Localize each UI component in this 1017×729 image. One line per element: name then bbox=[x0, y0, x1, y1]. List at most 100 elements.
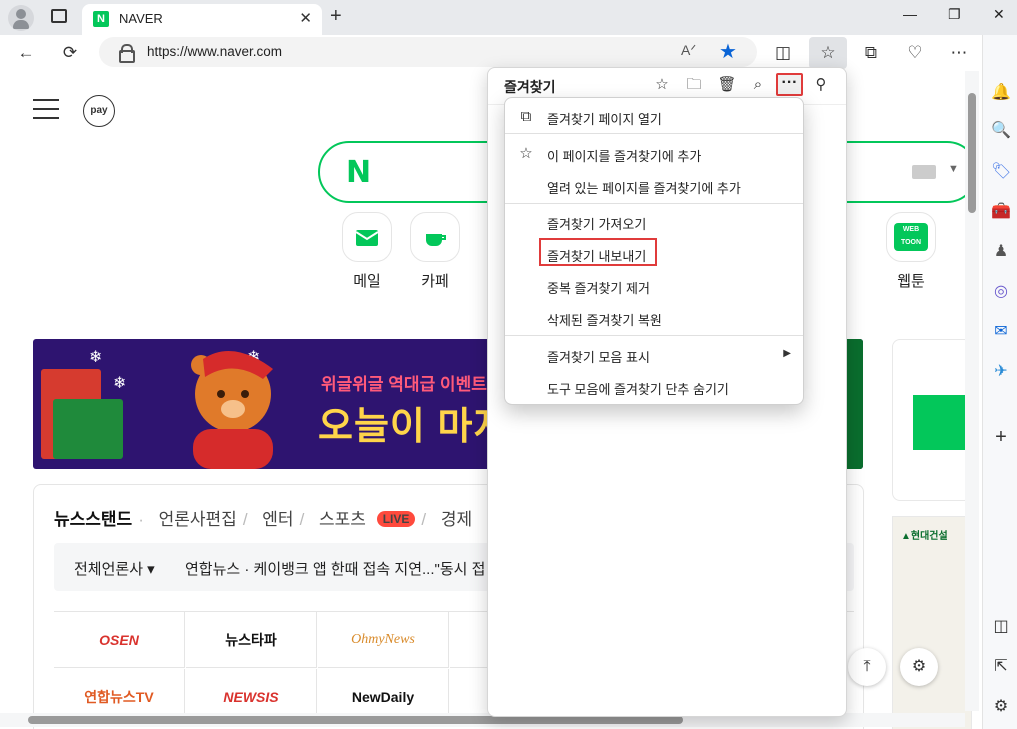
search-favorites-icon[interactable]: ⌕ bbox=[747, 74, 769, 96]
service-mail[interactable]: 메일 bbox=[342, 212, 392, 291]
menu-item-import-favorites[interactable]: 즐겨찾기 가져오기 bbox=[505, 208, 803, 236]
press-logo[interactable]: OhmyNews bbox=[318, 612, 449, 668]
menu-hamburger-icon[interactable] bbox=[33, 99, 59, 119]
live-badge: LIVE bbox=[376, 511, 416, 527]
service-webtoon[interactable]: WEB TOON 웹툰 bbox=[886, 212, 936, 291]
more-options-button[interactable]: ··· bbox=[776, 73, 803, 96]
export-highlight-box bbox=[539, 238, 657, 266]
webtoon-icon: WEB TOON bbox=[886, 212, 936, 262]
service-cafe[interactable]: 카페 bbox=[410, 212, 460, 291]
add-favorite-icon[interactable]: ☆ bbox=[651, 74, 673, 96]
menu-item-label: 도구 모음에 즐겨찾기 단추 숨기기 bbox=[547, 382, 729, 397]
pay-button[interactable]: pay bbox=[83, 95, 115, 127]
naver-logo: N bbox=[346, 155, 372, 190]
chevron-down-icon[interactable]: ▼ bbox=[948, 163, 959, 175]
open-external-icon[interactable]: ⇱ bbox=[991, 657, 1011, 677]
cafe-icon bbox=[410, 212, 460, 262]
banner-line2: 오늘이 마지 bbox=[318, 406, 510, 448]
naver-favicon-icon: N bbox=[93, 11, 109, 27]
delete-favorites-icon[interactable]: 🗑 bbox=[716, 74, 738, 96]
back-icon[interactable]: ← bbox=[14, 41, 38, 65]
scroll-thumb[interactable] bbox=[28, 716, 683, 724]
refresh-icon[interactable]: ⟳ bbox=[58, 41, 82, 65]
menu-item-remove-duplicates[interactable]: 중복 즐겨찾기 제거 bbox=[505, 272, 803, 300]
snowflake-icon: ❄ bbox=[113, 375, 127, 392]
window-close-icon[interactable]: ✕ bbox=[993, 6, 1005, 23]
tab-actions-icon[interactable] bbox=[51, 9, 67, 23]
divider bbox=[505, 335, 803, 336]
tab-title: NAVER bbox=[119, 11, 163, 26]
new-tab-icon[interactable]: + bbox=[330, 5, 342, 28]
menu-item-add-this-page[interactable]: ☆ 이 페이지를 즐겨찾기에 추가 bbox=[505, 140, 803, 168]
minimize-icon[interactable]: — bbox=[903, 6, 917, 22]
right-ad-card[interactable]: ▲현대건설 bbox=[892, 516, 972, 729]
news-tabs: 뉴스스탠드 · 언론사편집 / 엔터 / 스포츠 LIVE / 경제 bbox=[54, 510, 473, 529]
menu-item-show-favorites-bar[interactable]: 즐겨찾기 모음 표시 ▶ bbox=[505, 341, 803, 369]
outlook-icon[interactable]: ✉ bbox=[991, 322, 1011, 342]
address-bar[interactable]: https://www.naver.com Aᐟ ★ bbox=[99, 37, 757, 67]
profile-icon[interactable] bbox=[8, 5, 34, 31]
split-screen-icon[interactable]: ◫ bbox=[771, 41, 795, 65]
read-aloud-icon[interactable]: Aᐟ bbox=[681, 42, 696, 59]
add-icon[interactable]: + bbox=[991, 427, 1011, 447]
search-icon[interactable]: 🔍 bbox=[991, 121, 1011, 141]
promo-block bbox=[913, 395, 969, 450]
tab-entertainment[interactable]: 엔터 bbox=[262, 510, 293, 529]
games-icon[interactable]: ♟ bbox=[991, 242, 1011, 262]
right-promo-card[interactable] bbox=[892, 339, 972, 501]
pin-icon[interactable]: ⚲ bbox=[810, 74, 832, 96]
tab-sports[interactable]: 스포츠 bbox=[319, 510, 366, 529]
press-filter-dropdown[interactable]: 전체언론사 ▾ bbox=[74, 558, 155, 579]
microsoft365-icon[interactable]: ◎ bbox=[991, 282, 1011, 302]
sidebar-layout-icon[interactable]: ◫ bbox=[991, 617, 1011, 637]
favorite-star-icon[interactable]: ★ bbox=[719, 39, 737, 64]
settings-gear-icon[interactable]: ⚙ bbox=[991, 697, 1011, 717]
mail-icon bbox=[342, 212, 392, 262]
favorites-icon[interactable]: ☆ bbox=[816, 41, 840, 65]
headline-text[interactable]: 연합뉴스 · 케이뱅크 앱 한때 접속 지연..."동시 접 bbox=[185, 558, 485, 579]
press-logo[interactable]: OSEN bbox=[54, 612, 185, 668]
menu-item-label: 중복 즐겨찾기 제거 bbox=[547, 281, 650, 296]
gift-icon bbox=[53, 399, 123, 459]
service-label: 메일 bbox=[353, 273, 381, 290]
maximize-icon[interactable]: ❐ bbox=[948, 6, 961, 23]
press-logo[interactable]: 뉴스타파 bbox=[186, 612, 317, 668]
star-add-icon: ☆ bbox=[519, 145, 533, 162]
menu-item-label: 이 페이지를 즐겨찾기에 추가 bbox=[547, 149, 702, 164]
webtoon-badge: WEB TOON bbox=[894, 223, 928, 251]
scroll-thumb[interactable] bbox=[968, 93, 976, 213]
chevron-right-icon: ▶ bbox=[783, 348, 791, 359]
service-label: 카페 bbox=[421, 273, 449, 290]
divider bbox=[505, 133, 803, 134]
bear-illustration bbox=[191, 351, 273, 469]
menu-item-label: 열려 있는 페이지를 즐겨찾기에 추가 bbox=[547, 181, 741, 196]
browser-essentials-icon[interactable]: ♡ bbox=[903, 41, 927, 65]
keyboard-icon[interactable] bbox=[912, 165, 936, 179]
settings-more-icon[interactable]: ⋯ bbox=[947, 41, 971, 65]
menu-item-label: 즐겨찾기 가져오기 bbox=[547, 217, 647, 232]
menu-item-hide-favorites-button[interactable]: 도구 모음에 즐겨찾기 단추 숨기기 bbox=[505, 373, 803, 401]
notification-bell-icon[interactable]: 🔔 bbox=[991, 83, 1011, 103]
tab-close-icon[interactable]: ✕ bbox=[299, 9, 312, 27]
tools-icon[interactable]: 🧰 bbox=[991, 202, 1011, 222]
vertical-scrollbar[interactable] bbox=[965, 71, 979, 711]
collections-icon[interactable]: ⧉ bbox=[859, 41, 883, 65]
add-folder-icon[interactable]: 🗀 bbox=[683, 74, 705, 96]
scroll-top-icon[interactable]: ⤒ bbox=[848, 648, 886, 686]
menu-item-add-open-pages[interactable]: 열려 있는 페이지를 즐겨찾기에 추가 bbox=[505, 172, 803, 200]
menu-item-restore-deleted[interactable]: 삭제된 즐겨찾기 복원 bbox=[505, 304, 803, 332]
ad-brand-label: ▲현대건설 bbox=[901, 531, 948, 542]
tab-economy[interactable]: 경제 bbox=[441, 510, 472, 529]
menu-item-label: 삭제된 즐겨찾기 복원 bbox=[547, 313, 662, 328]
send-icon[interactable]: ✈ bbox=[991, 362, 1011, 382]
menu-item-label: 즐겨찾기 모음 표시 bbox=[547, 350, 650, 365]
service-label: 웹툰 bbox=[897, 273, 925, 290]
menu-item-open-favorites-page[interactable]: ⧉ 즐겨찾기 페이지 열기 bbox=[505, 103, 803, 131]
tab-press-edit[interactable]: 언론사편집 bbox=[159, 510, 237, 529]
tab-naver[interactable]: N NAVER ✕ bbox=[82, 4, 322, 35]
tab-newsstand[interactable]: 뉴스스탠드 bbox=[54, 510, 132, 529]
lock-icon[interactable] bbox=[119, 44, 135, 63]
shopping-tag-icon[interactable]: 🏷 bbox=[991, 162, 1011, 182]
page-settings-icon[interactable]: ⚙ bbox=[900, 648, 938, 686]
url-text[interactable]: https://www.naver.com bbox=[147, 44, 282, 59]
